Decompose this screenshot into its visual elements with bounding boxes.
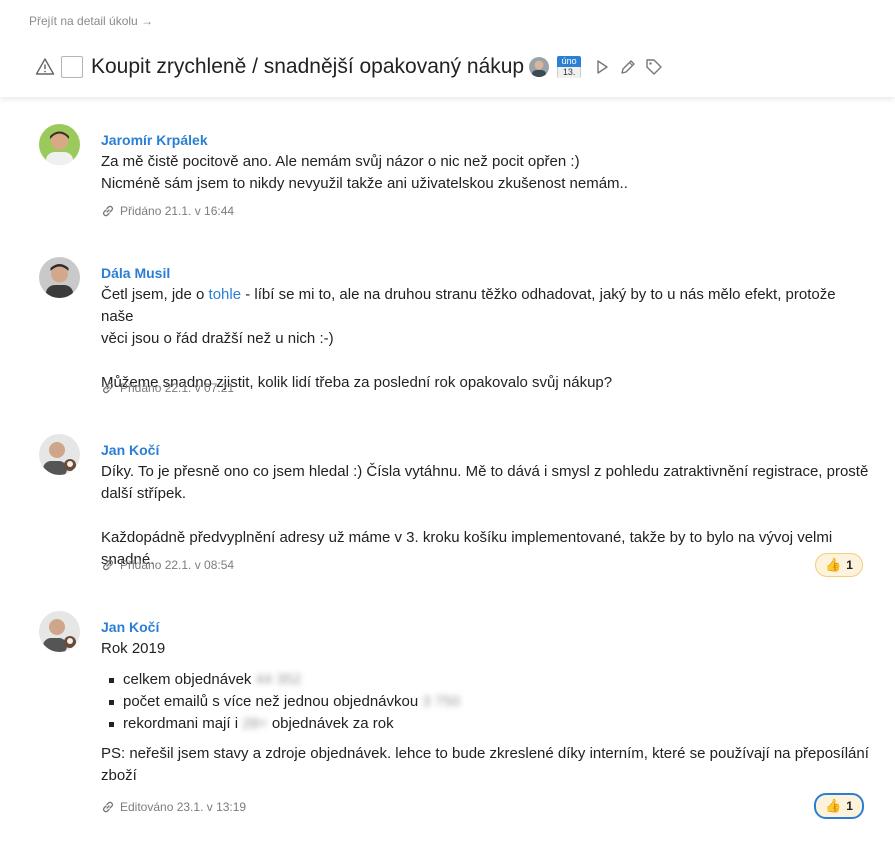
- reaction-count: 1: [846, 558, 853, 572]
- comment-line: PS: neřešil jsem stavy a zdroje objednáv…: [101, 745, 869, 762]
- assignee-avatar[interactable]: [529, 57, 550, 77]
- text-span: počet emailů s více než jednou objednávk…: [123, 693, 423, 710]
- text-span: Četl jsem, jde o: [101, 286, 209, 303]
- due-date-badge[interactable]: úno 13.: [557, 56, 582, 78]
- link-icon: [102, 559, 114, 571]
- task-title-row: Koupit zrychleně / snadnější opakovaný n…: [35, 52, 663, 82]
- comment-text: Za mě čistě pocitově ano. Ale nemám svůj…: [101, 151, 871, 195]
- text-span: celkem objednávek: [123, 671, 256, 688]
- list-item: rekordmani mají i 28+ objednávek za rok: [109, 713, 871, 735]
- comment-timestamp: Editováno 23.1. v 13:19: [120, 800, 247, 814]
- reaction-count: 1: [846, 799, 853, 813]
- blurred-value: 44 352: [255, 671, 302, 688]
- comment-author[interactable]: Dála Musil: [101, 263, 871, 283]
- comment-text: Rok 2019 celkem objednávek 44 352 počet …: [101, 638, 871, 787]
- comment-line: Nicméně sám jsem to nikdy nevyužil takže…: [101, 175, 628, 192]
- thumbs-up-icon: 👍: [825, 798, 842, 813]
- task-detail-link[interactable]: Přejít na detail úkolu →: [29, 14, 153, 28]
- comment-author[interactable]: Jan Kočí: [101, 617, 871, 637]
- avatar[interactable]: [39, 124, 80, 165]
- play-icon[interactable]: [593, 58, 611, 76]
- avatar[interactable]: [39, 257, 80, 298]
- thumbs-up-reaction[interactable]: 👍 1: [815, 553, 863, 577]
- inline-link[interactable]: tohle: [209, 286, 242, 303]
- comment-timestamp: Přidáno 22.1. v 07:21: [120, 381, 235, 395]
- list-item: počet emailů s více než jednou objednávk…: [109, 691, 871, 713]
- comment-timestamp: Přidáno 21.1. v 16:44: [120, 204, 235, 218]
- comment-meta[interactable]: Přidáno 22.1. v 07:21: [101, 381, 234, 395]
- blurred-value: 28+: [242, 715, 268, 732]
- comment-meta[interactable]: Přidáno 22.1. v 08:54: [101, 558, 234, 572]
- comment-text: Četl jsem, jde o tohle - líbí se mi to, …: [101, 284, 871, 394]
- blurred-value: 3 750: [422, 693, 460, 710]
- link-icon: [102, 801, 114, 813]
- comment-meta[interactable]: Přidáno 21.1. v 16:44: [101, 204, 234, 218]
- text-span: rekordmani mají i: [123, 715, 243, 732]
- comment-line: zboží: [101, 767, 137, 784]
- due-day: 13.: [557, 67, 582, 78]
- comment-author[interactable]: Jan Kočí: [101, 440, 871, 460]
- due-month: úno: [557, 56, 582, 67]
- comment-line: Četl jsem, jde o tohle - líbí se mi to, …: [101, 284, 871, 328]
- comment-text: Díky. To je přesně ono co jsem hledal :)…: [101, 461, 871, 571]
- link-icon: [102, 205, 114, 217]
- list-item: celkem objednávek 44 352: [109, 669, 871, 691]
- comment-timestamp: Přidáno 22.1. v 08:54: [120, 558, 235, 572]
- task-complete-checkbox[interactable]: [61, 56, 83, 78]
- pencil-icon[interactable]: [619, 58, 637, 76]
- avatar[interactable]: [39, 434, 80, 475]
- comment-line: věci jsou o řád dražší než u nich :-): [101, 330, 334, 347]
- text-span: objednávek za rok: [267, 715, 394, 732]
- link-icon: [102, 382, 114, 394]
- comment-meta[interactable]: Editováno 23.1. v 13:19: [101, 800, 246, 814]
- task-header: Přejít na detail úkolu → Koupit zrychlen…: [0, 0, 895, 97]
- avatar[interactable]: [39, 611, 80, 652]
- tag-icon[interactable]: [645, 58, 663, 76]
- comment-line: další střípek.: [101, 485, 187, 502]
- warning-icon[interactable]: [35, 57, 55, 77]
- bullet-list: celkem objednávek 44 352 počet emailů s …: [109, 669, 871, 735]
- comment-line: Za mě čistě pocitově ano. Ale nemám svůj…: [101, 153, 580, 170]
- comment-author[interactable]: Jaromír Krpálek: [101, 130, 871, 150]
- task-title[interactable]: Koupit zrychleně / snadnější opakovaný n…: [91, 55, 524, 79]
- thumbs-up-reaction[interactable]: 👍 1: [814, 793, 864, 819]
- comment-line: Díky. To je přesně ono co jsem hledal :)…: [101, 463, 869, 480]
- thumbs-up-icon: 👍: [825, 557, 842, 572]
- comment-line: Rok 2019: [101, 640, 166, 657]
